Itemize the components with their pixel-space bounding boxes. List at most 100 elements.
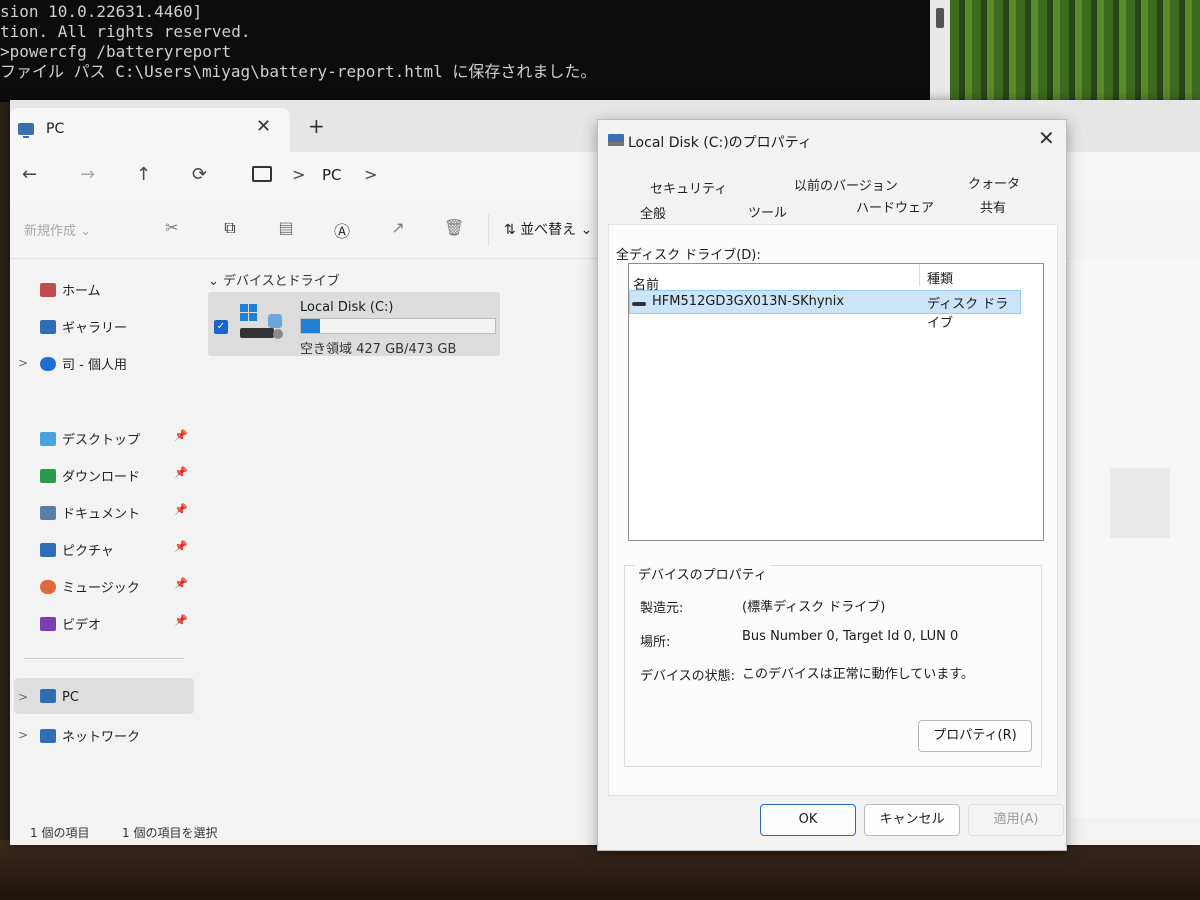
network-icon — [40, 729, 56, 743]
share-icon[interactable]: ↗ — [388, 218, 408, 238]
drive-icon — [240, 304, 283, 339]
sidebar-item-onedrive[interactable]: 司 - 個人用 — [40, 354, 127, 378]
sidebar-item-music[interactable]: ミュージック 📌 — [40, 577, 188, 601]
column-divider[interactable] — [919, 264, 920, 286]
chevron-right-icon[interactable]: > — [18, 728, 28, 742]
copy-icon[interactable]: ⧉ — [220, 218, 240, 238]
sidebar-item-label: ギャラリー — [62, 321, 128, 336]
new-tab-button[interactable]: + — [308, 114, 325, 138]
tab-hardware[interactable]: ハードウェア — [856, 197, 934, 216]
cancel-button[interactable]: キャンセル — [864, 804, 960, 836]
sidebar-divider — [24, 658, 184, 659]
music-icon — [40, 580, 56, 594]
pin-icon[interactable]: 📌 — [174, 540, 188, 553]
rename-icon[interactable]: Ⓐ — [332, 218, 352, 241]
sidebar-item-pc[interactable]: PC — [40, 689, 79, 713]
sidebar-item-label: ネットワーク — [62, 730, 141, 745]
pin-icon[interactable]: 📌 — [174, 466, 188, 479]
sidebar-item-gallery[interactable]: ギャラリー — [40, 317, 127, 341]
terminal-scrollbar[interactable] — [930, 0, 950, 100]
pin-icon[interactable]: 📌 — [174, 429, 188, 442]
sidebar-item-desktop[interactable]: デスクトップ 📌 — [40, 429, 188, 453]
tab-tools[interactable]: ツール — [748, 202, 787, 221]
tab-quota[interactable]: クォータ — [968, 173, 1020, 192]
pc-icon — [18, 123, 34, 138]
properties-button[interactable]: プロパティ(R) — [918, 720, 1032, 752]
forward-button[interactable]: → — [80, 164, 95, 185]
status-selected-count: 1 個の項目を選択 — [122, 826, 218, 840]
disk-drive-list[interactable]: 名前 種類 HFM512GD3GX013N-SKhynix ディスク ドライブ — [628, 263, 1044, 541]
scrollbar-thumb[interactable] — [936, 8, 944, 28]
paste-icon[interactable]: ▤ — [276, 218, 296, 238]
refresh-button[interactable]: ⟳ — [192, 164, 207, 185]
chevron-right-icon[interactable]: > — [18, 690, 28, 704]
tab-security[interactable]: セキュリティ — [650, 178, 727, 197]
column-header-type[interactable]: 種類 — [927, 268, 953, 287]
ok-button[interactable]: OK — [760, 804, 856, 836]
gallery-icon — [40, 320, 56, 334]
disk-name: HFM512GD3GX013N-SKhynix — [652, 294, 845, 309]
status-item-count: 1 個の項目 — [30, 826, 90, 840]
desktop-icon — [40, 432, 56, 446]
sidebar-item-label: ピクチャ — [62, 544, 114, 559]
terminal-line: >powercfg /batteryreport — [0, 42, 232, 61]
sidebar-item-videos[interactable]: ビデオ 📌 — [40, 614, 188, 638]
location-value: Bus Number 0, Target Id 0, LUN 0 — [742, 629, 959, 644]
sidebar-item-downloads[interactable]: ダウンロード 📌 — [40, 466, 188, 490]
checkbox[interactable]: ✓ — [214, 320, 228, 334]
sort-button[interactable]: ⇅ 並べ替え ⌄ — [504, 219, 592, 239]
terminal-line: ファイル パス C:\Users\miyag\battery-report.ht… — [0, 62, 597, 81]
desktop-wallpaper — [950, 0, 1200, 100]
apply-button[interactable]: 適用(A) — [968, 804, 1064, 836]
sidebar-item-documents[interactable]: ドキュメント 📌 — [40, 503, 188, 527]
monitor-icon — [252, 166, 272, 182]
disk-type: ディスク ドライブ — [927, 297, 1009, 331]
sidebar-item-pictures[interactable]: ピクチャ 📌 — [40, 540, 188, 564]
close-icon[interactable]: ✕ — [1038, 126, 1055, 150]
storage-usage-bar — [300, 318, 496, 334]
sidebar-item-label: ミュージック — [62, 581, 140, 596]
new-button[interactable]: 新規作成 ⌄ — [24, 220, 91, 239]
up-button[interactable]: ↑ — [136, 164, 151, 185]
sidebar-item-network[interactable]: ネットワーク — [40, 726, 140, 750]
device-status-label: デバイスの状態: — [640, 669, 735, 684]
tab-title: PC — [46, 121, 65, 137]
chevron-right-icon[interactable]: > — [18, 356, 28, 370]
terminal-line: sion 10.0.22631.4460] — [0, 2, 203, 21]
dialog-title-bar[interactable]: Local Disk (C:)のプロパティ ✕ — [598, 120, 1066, 160]
videos-icon — [40, 617, 56, 631]
sidebar-item-home[interactable]: ホーム — [40, 280, 101, 304]
download-icon — [40, 469, 56, 483]
onedrive-icon — [40, 357, 56, 371]
sidebar-item-label: デスクトップ — [62, 433, 141, 448]
drive-item-c[interactable]: ✓ Local Disk (C:) 空き領域 427 GB/473 GB — [208, 292, 500, 357]
tab-previous-versions[interactable]: 以前のバージョン — [794, 175, 898, 194]
breadcrumb-pc[interactable]: PC — [322, 166, 342, 184]
drive-free-space: 空き領域 427 GB/473 GB — [300, 342, 457, 357]
details-pane — [1070, 258, 1200, 818]
home-icon — [40, 283, 56, 297]
disk-list-row[interactable]: HFM512GD3GX013N-SKhynix ディスク ドライブ — [629, 290, 1021, 331]
pictures-icon — [40, 543, 56, 557]
chevron-right-icon[interactable]: > — [292, 165, 305, 184]
delete-icon[interactable]: 🗑 — [444, 218, 464, 238]
dialog-title: Local Disk (C:)のプロパティ — [628, 135, 812, 151]
disk-list-caption: 全ディスク ドライブ(D): — [616, 248, 761, 263]
terminal-window: sion 10.0.22631.4460] tion. All rights r… — [0, 0, 930, 102]
tab-general[interactable]: 全般 — [640, 203, 666, 222]
section-header-devices[interactable]: ⌄ デバイスとドライブ — [208, 270, 340, 289]
close-icon[interactable]: ✕ — [256, 116, 271, 137]
sidebar-item-label: ホーム — [62, 284, 101, 299]
tab-pc[interactable]: PC ✕ — [10, 108, 290, 152]
documents-icon — [40, 506, 56, 520]
back-button[interactable]: ← — [22, 164, 37, 185]
location-label: 場所: — [640, 635, 671, 650]
navigation-pane: ホーム ギャラリー > 司 - 個人用 デスクトップ 📌 ダウンロード 📌 ドキュメ… — [10, 258, 200, 818]
device-properties-caption: デバイスのプロパティ — [635, 564, 770, 583]
pin-icon[interactable]: 📌 — [174, 577, 188, 590]
pin-icon[interactable]: 📌 — [174, 503, 188, 516]
tab-sharing[interactable]: 共有 — [980, 197, 1006, 216]
chevron-right-icon[interactable]: > — [364, 165, 377, 184]
cut-icon[interactable]: ✂ — [162, 218, 182, 238]
pin-icon[interactable]: 📌 — [174, 614, 188, 627]
